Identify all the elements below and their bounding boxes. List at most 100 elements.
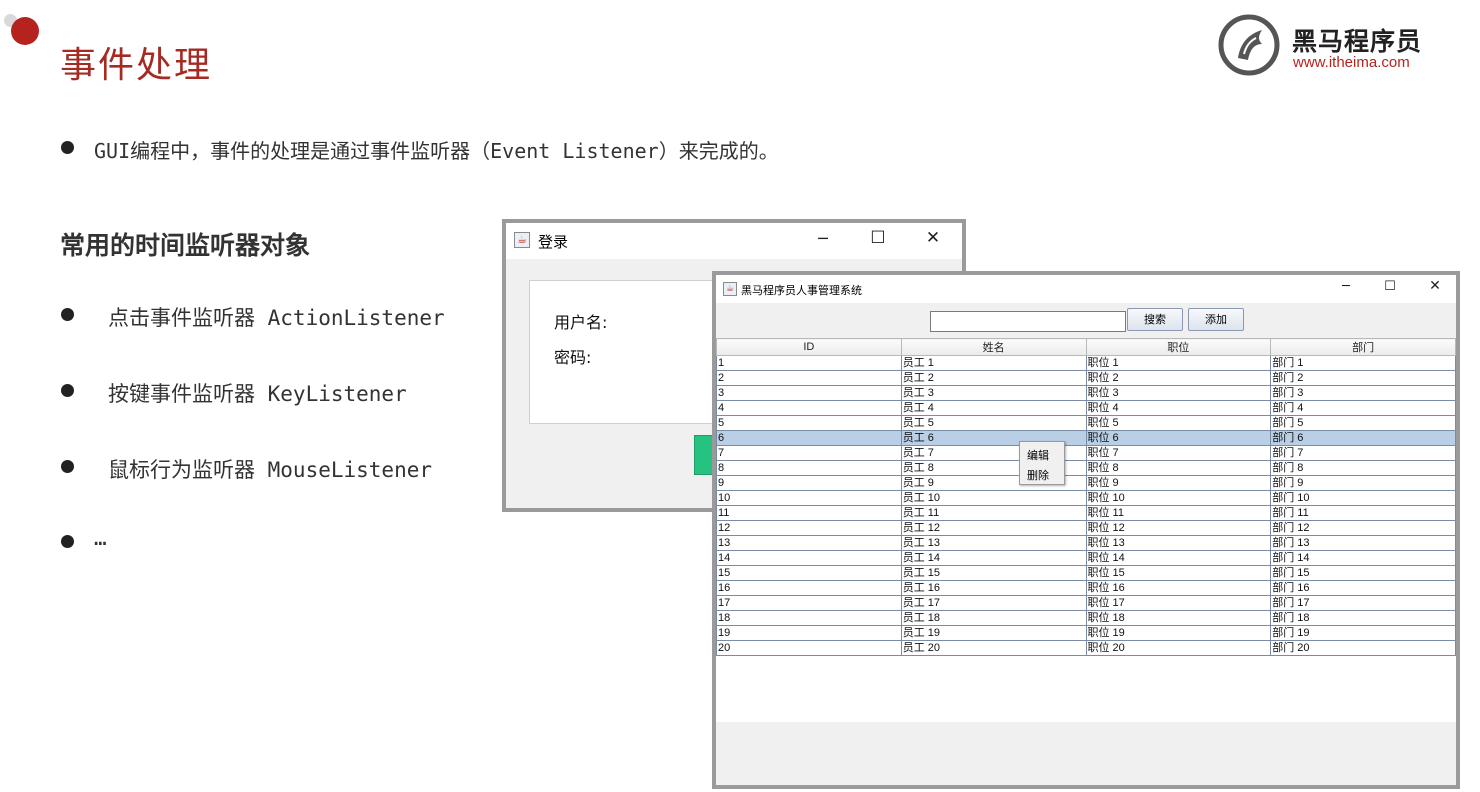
- table-row[interactable]: 2 员工 2 职位 2 部门 2: [716, 370, 1456, 386]
- bullet-dot: [61, 308, 74, 321]
- table-cell: 17: [716, 595, 902, 611]
- bullet-item: 按键事件监听器 KeyListener: [108, 382, 407, 406]
- table-cell: 职位 16: [1085, 580, 1272, 596]
- column-header-position[interactable]: 职位: [1085, 338, 1272, 356]
- table-row[interactable]: 15 员工 15 职位 15 部门 15: [716, 565, 1456, 581]
- table-cell: 2: [716, 370, 902, 386]
- table-cell: 职位 5: [1085, 415, 1272, 431]
- login-title-bar[interactable]: ☕ 登录 ─ ☐ ✕: [506, 223, 962, 259]
- close-button[interactable]: ✕: [1420, 278, 1450, 294]
- table-cell: 职位 4: [1085, 400, 1272, 416]
- table-cell: 5: [716, 415, 902, 431]
- table-row[interactable]: 16 员工 16 职位 16 部门 16: [716, 580, 1456, 596]
- table-cell: 部门 2: [1270, 370, 1456, 386]
- table-header: ID 姓名 职位 部门: [716, 338, 1456, 356]
- table-cell: 职位 2: [1085, 370, 1272, 386]
- table-cell: 部门 11: [1270, 505, 1456, 521]
- table-cell: 9: [716, 475, 902, 491]
- table-cell: 部门 3: [1270, 385, 1456, 401]
- table-cell: 员工 15: [900, 565, 1087, 581]
- maximize-button[interactable]: ☐: [861, 228, 895, 248]
- table-cell: 员工 16: [900, 580, 1087, 596]
- logo-url: www.itheima.com: [1293, 54, 1410, 71]
- table-cell: 职位 1: [1085, 355, 1272, 371]
- slide-title: 事件处理: [60, 45, 213, 86]
- context-menu-delete[interactable]: 删除: [1027, 467, 1049, 483]
- minimize-button[interactable]: ─: [806, 229, 840, 248]
- close-button[interactable]: ✕: [916, 228, 950, 248]
- table-cell: 部门 19: [1270, 625, 1456, 641]
- table-cell: 16: [716, 580, 902, 596]
- table-cell: 员工 1: [900, 355, 1087, 371]
- maximize-button[interactable]: ☐: [1375, 279, 1405, 294]
- table-cell: 职位 20: [1085, 640, 1272, 656]
- table-cell: 职位 10: [1085, 490, 1272, 506]
- table-cell: 员工 2: [900, 370, 1087, 386]
- table-cell: 4: [716, 400, 902, 416]
- table-row[interactable]: 3 员工 3 职位 3 部门 3: [716, 385, 1456, 401]
- search-button[interactable]: 搜索: [1127, 308, 1183, 331]
- table-cell: 19: [716, 625, 902, 641]
- table-row[interactable]: 13 员工 13 职位 13 部门 13: [716, 535, 1456, 551]
- table-cell: 部门 13: [1270, 535, 1456, 551]
- main-title-bar[interactable]: ☕ 黑马程序员人事管理系统 ─ ☐ ✕: [716, 275, 1456, 303]
- add-button[interactable]: 添加: [1188, 308, 1244, 331]
- table-cell: 员工 17: [900, 595, 1087, 611]
- table-cell: 部门 18: [1270, 610, 1456, 626]
- table-cell: 15: [716, 565, 902, 581]
- context-menu: 编辑 删除: [1019, 441, 1065, 485]
- table-row[interactable]: 7 员工 7 职位 7 部门 7: [716, 445, 1456, 461]
- table-cell: 13: [716, 535, 902, 551]
- table-row[interactable]: 5 员工 5 职位 5 部门 5: [716, 415, 1456, 431]
- column-header-name[interactable]: 姓名: [900, 338, 1087, 356]
- table-cell: 职位 12: [1085, 520, 1272, 536]
- table-row[interactable]: 1 员工 1 职位 1 部门 1: [716, 355, 1456, 371]
- table-cell: 职位 11: [1085, 505, 1272, 521]
- table-row[interactable]: 17 员工 17 职位 17 部门 17: [716, 595, 1456, 611]
- table-row[interactable]: 12 员工 12 职位 12 部门 12: [716, 520, 1456, 536]
- table-cell: 员工 10: [900, 490, 1087, 506]
- username-label: 用户名:: [554, 313, 608, 332]
- table-cell: 部门 20: [1270, 640, 1456, 656]
- column-header-department[interactable]: 部门: [1270, 338, 1456, 356]
- table-cell: 职位 14: [1085, 550, 1272, 566]
- bullet-dot: [61, 141, 74, 154]
- table-cell: 员工 3: [900, 385, 1087, 401]
- table-row[interactable]: 14 员工 14 职位 14 部门 14: [716, 550, 1456, 566]
- search-input[interactable]: [930, 311, 1126, 332]
- table-row[interactable]: 18 员工 18 职位 18 部门 18: [716, 610, 1456, 626]
- table-row[interactable]: 11 员工 11 职位 11 部门 11: [716, 505, 1456, 521]
- table-cell: 部门 8: [1270, 460, 1456, 476]
- minimize-button[interactable]: ─: [1331, 279, 1361, 294]
- table-cell: 18: [716, 610, 902, 626]
- table-cell: 7: [716, 445, 902, 461]
- table-cell: 职位 7: [1085, 445, 1272, 461]
- table-cell: 3: [716, 385, 902, 401]
- table-cell: 员工 12: [900, 520, 1087, 536]
- table-row[interactable]: 9 员工 9 职位 9 部门 9: [716, 475, 1456, 491]
- context-menu-edit[interactable]: 编辑: [1027, 447, 1049, 463]
- logo: 黑马程序员 www.itheima.com: [1218, 14, 1448, 78]
- table-row[interactable]: 8 员工 8 职位 8 部门 8: [716, 460, 1456, 476]
- horse-logo-icon: [1218, 14, 1280, 76]
- table-row[interactable]: 4 员工 4 职位 4 部门 4: [716, 400, 1456, 416]
- table-row[interactable]: 6 员工 6 职位 6 部门 6: [716, 430, 1456, 446]
- table-cell: 6: [716, 430, 902, 446]
- table-row[interactable]: 10 员工 10 职位 10 部门 10: [716, 490, 1456, 506]
- table-cell: 员工 20: [900, 640, 1087, 656]
- table-cell: 部门 17: [1270, 595, 1456, 611]
- column-header-id[interactable]: ID: [716, 338, 902, 356]
- table-cell: 职位 19: [1085, 625, 1272, 641]
- table-cell: 部门 14: [1270, 550, 1456, 566]
- table-cell: 部门 9: [1270, 475, 1456, 491]
- main-window-title: 黑马程序员人事管理系统: [741, 284, 862, 297]
- table-cell: 职位 8: [1085, 460, 1272, 476]
- decor-dot-red: [11, 17, 39, 45]
- table-cell: 部门 5: [1270, 415, 1456, 431]
- table-cell: 8: [716, 460, 902, 476]
- table-cell: 职位 15: [1085, 565, 1272, 581]
- table-row[interactable]: 19 员工 19 职位 19 部门 19: [716, 625, 1456, 641]
- table-cell: 1: [716, 355, 902, 371]
- logo-name: 黑马程序员: [1292, 28, 1423, 56]
- table-row[interactable]: 20 员工 20 职位 20 部门 20: [716, 640, 1456, 656]
